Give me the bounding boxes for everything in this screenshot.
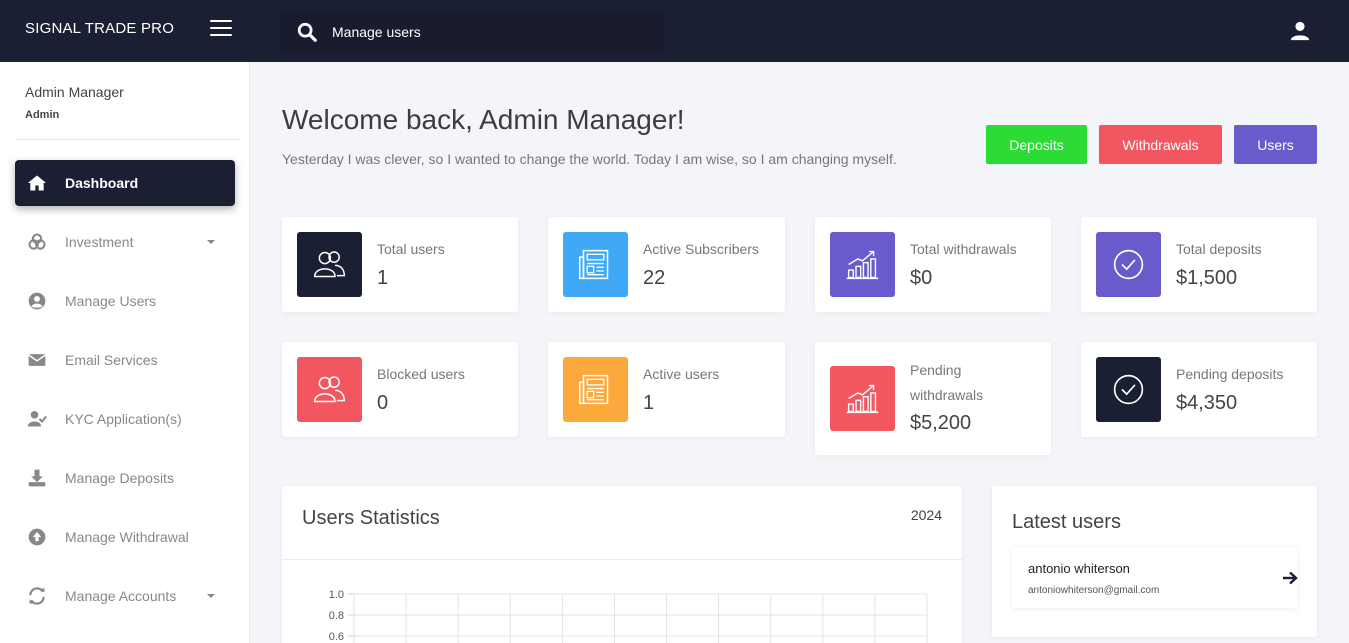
users-button[interactable]: Users — [1234, 125, 1317, 164]
users-statistics-chart: 1.0 0.8 0.6 — [329, 589, 928, 643]
sidebar-profile: Admin Manager Admin — [25, 84, 124, 121]
latest-user-item[interactable]: antonio whiterson antoniowhiterson@gmail… — [1012, 548, 1298, 608]
newspaper-icon — [579, 249, 609, 280]
users-statistics-card: Users Statistics 2024 1.0 0.8 0.6 — [282, 486, 962, 643]
sidebar-item-label: Manage Accounts — [65, 588, 177, 604]
latest-users-title: Latest users — [1012, 511, 1121, 533]
stat-value: $5,200 — [910, 412, 972, 434]
stat-card-active-subscribers: Active Subscribers 22 — [548, 217, 785, 312]
sidebar-divider — [15, 139, 240, 140]
sidebar-item-manage-users[interactable]: Manage Users — [15, 278, 235, 324]
stat-icon-box — [297, 357, 362, 422]
y-tick-label: 0.8 — [329, 610, 344, 622]
deposits-button[interactable]: Deposits — [986, 125, 1087, 164]
stat-label: Total deposits — [1176, 241, 1262, 257]
y-tick-label: 1.0 — [329, 589, 344, 601]
page-subtitle-quote: Yesterday I was clever, so I wanted to c… — [282, 151, 897, 167]
latest-user-name: antonio whiterson — [1028, 561, 1130, 576]
stat-icon-box — [563, 232, 628, 297]
stat-card-pending-deposits: Pending deposits $4,350 — [1081, 342, 1317, 437]
check-circle-icon — [1113, 249, 1144, 280]
menu-toggle-icon[interactable] — [210, 20, 232, 38]
users-icon — [313, 251, 346, 278]
stat-card-total-deposits: Total deposits $1,500 — [1081, 217, 1317, 312]
users-statistics-title: Users Statistics — [302, 507, 440, 529]
sidebar-item-investment[interactable]: Investment — [15, 219, 235, 265]
search-input[interactable] — [332, 21, 652, 43]
card-divider — [282, 559, 962, 560]
stat-card-pending-withdrawals: Pending withdrawals $5,200 — [815, 342, 1051, 455]
profile-name: Admin Manager — [25, 84, 124, 100]
sidebar-item-manage-withdrawal[interactable]: Manage Withdrawal — [15, 514, 235, 560]
sidebar-item-label: Email Services — [65, 352, 158, 368]
stat-value: $0 — [910, 267, 933, 289]
sidebar-item-label: KYC Application(s) — [65, 411, 182, 427]
brand-logo[interactable]: SIGNAL TRADE PRO — [25, 20, 174, 37]
download-icon — [28, 469, 46, 487]
profile-role: Admin — [25, 109, 60, 121]
stat-value: 0 — [377, 392, 389, 414]
search-bar — [280, 10, 665, 54]
stat-icon-box — [830, 366, 895, 431]
top-navbar: SIGNAL TRADE PRO — [0, 0, 1349, 62]
sidebar-item-email-services[interactable]: Email Services — [15, 337, 235, 383]
stat-value: 22 — [643, 267, 666, 289]
withdrawals-button[interactable]: Withdrawals — [1099, 125, 1222, 164]
stat-card-total-users: Total users 1 — [282, 217, 518, 312]
latest-user-email: antoniowhiterson@gmail.com — [1028, 585, 1160, 596]
chart-up-icon — [846, 384, 879, 414]
stat-value: $4,350 — [1176, 392, 1238, 414]
user-account-icon[interactable] — [1289, 20, 1311, 42]
arrow-right-icon[interactable] — [1282, 570, 1298, 586]
stat-icon-box — [830, 232, 895, 297]
users-statistics-year[interactable]: 2024 — [911, 507, 942, 523]
users-icon — [313, 376, 346, 403]
stat-card-blocked-users: Blocked users 0 — [282, 342, 518, 437]
chevron-down-icon — [207, 594, 215, 598]
stat-label: Total users — [377, 241, 445, 257]
sidebar-item-manage-accounts[interactable]: Manage Accounts — [15, 573, 235, 619]
stat-icon-box — [563, 357, 628, 422]
user-check-icon — [27, 411, 47, 427]
chart-up-icon — [846, 250, 879, 280]
stat-icon-box — [1096, 357, 1161, 422]
chevron-down-icon — [207, 240, 215, 244]
newspaper-icon — [579, 374, 609, 405]
sidebar-item-dashboard[interactable]: Dashboard — [15, 160, 235, 206]
sidebar-item-label: Manage Users — [65, 293, 157, 309]
sidebar-item-kyc-applications[interactable]: KYC Application(s) — [15, 396, 235, 442]
stat-label: Blocked users — [377, 366, 465, 382]
stat-value: $1,500 — [1176, 267, 1238, 289]
stat-label: Total withdrawals — [910, 241, 1017, 257]
stat-value: 1 — [643, 392, 655, 414]
check-circle-icon — [1113, 374, 1144, 405]
sidebar-item-label: Investment — [65, 234, 134, 250]
stat-label: Active users — [643, 366, 720, 382]
latest-users-card: Latest users antonio whiterson antoniowh… — [992, 486, 1317, 637]
home-icon — [27, 175, 47, 191]
user-circle-icon — [28, 292, 46, 310]
stat-card-total-withdrawals: Total withdrawals $0 — [815, 217, 1051, 312]
search-icon[interactable] — [296, 21, 318, 43]
envelope-icon — [28, 354, 46, 366]
page-title: Welcome back, Admin Manager! — [282, 104, 685, 135]
stat-card-active-users: Active users 1 — [548, 342, 785, 437]
stat-value: 1 — [377, 267, 389, 289]
y-tick-label: 0.6 — [329, 631, 344, 643]
coins-icon — [28, 233, 46, 250]
stat-label: Pending deposits — [1176, 366, 1284, 382]
sidebar-item-label: Manage Withdrawal — [65, 529, 189, 545]
sidebar-item-manage-deposits[interactable]: Manage Deposits — [15, 455, 235, 501]
stat-label: Pending withdrawals — [910, 362, 984, 403]
sidebar-item-label: Dashboard — [65, 175, 139, 191]
refresh-icon — [29, 587, 45, 605]
stat-icon-box — [1096, 232, 1161, 297]
stat-label: Active Subscribers — [643, 241, 759, 257]
sidebar: Admin Manager Admin Dashboard Investment… — [0, 62, 250, 643]
stat-icon-box — [297, 232, 362, 297]
sidebar-item-label: Manage Deposits — [65, 470, 174, 486]
arrow-up-circle-icon — [28, 528, 46, 546]
